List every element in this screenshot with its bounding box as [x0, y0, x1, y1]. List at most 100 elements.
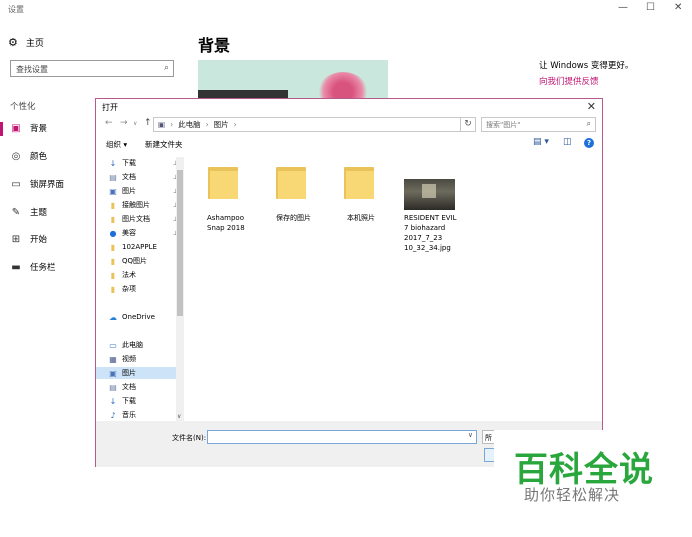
brush-icon: ✎: [11, 206, 21, 218]
close-button[interactable]: ✕: [674, 2, 682, 13]
start-icon: ⊞: [11, 233, 21, 245]
address-bar[interactable]: ▣ › 此电脑 › 图片 ›: [153, 117, 461, 132]
folder-icon[interactable]: [276, 163, 306, 199]
sidebar-item[interactable]: ▬ 任务栏: [10, 261, 56, 274]
tree-item-icon: ▤: [109, 382, 117, 392]
tree-item-label: 图片: [122, 369, 136, 377]
tree-item[interactable]: ▤文档⊥: [108, 171, 180, 183]
tree-item[interactable]: ▦ 视频: [108, 353, 180, 365]
breadcrumb-item[interactable]: 图片: [214, 119, 229, 130]
sidebar-item[interactable]: ▣ 背景: [10, 122, 47, 135]
separator-icon: ›: [205, 120, 209, 129]
sidebar-item-label: 开始: [30, 235, 48, 245]
sidebar-item[interactable]: ◎ 颜色: [10, 150, 48, 163]
file-label[interactable]: Ashampoo Snap 2018: [207, 213, 245, 233]
tree-item-label: 下载: [122, 159, 136, 167]
sidebar-item[interactable]: ▭ 锁屏界面: [10, 178, 65, 191]
file-label[interactable]: 本机照片: [347, 213, 375, 223]
scrollbar-thumb[interactable]: [177, 170, 183, 316]
dialog-title: 打开: [102, 103, 118, 112]
feedback-link[interactable]: 向我们提供反馈: [539, 75, 599, 87]
pictures-location-icon: ▣: [158, 120, 166, 129]
dialog-toolbar: 组织 ▾ 新建文件夹 ▤ ▾ ◫ ?: [96, 137, 602, 151]
sidebar-item-label: 颜色: [30, 152, 48, 162]
watermark-subtitle: 助你轻松解决: [524, 486, 621, 504]
filename-input[interactable]: ∨: [207, 430, 477, 444]
sidebar-item-label: 任务栏: [30, 263, 56, 273]
dialog-search-input[interactable]: 搜索"图片" ⌕: [481, 117, 596, 132]
tree-item[interactable]: ▣图片⊥: [108, 185, 180, 197]
tree-item[interactable]: ↓下载⊥: [108, 157, 180, 169]
tree-item[interactable]: ▭ 此电脑: [108, 339, 180, 351]
tree-item-label: 图片文档: [122, 215, 150, 223]
tree-item[interactable]: ▮图片文档⊥: [108, 213, 180, 225]
scroll-down-icon[interactable]: ∨: [177, 413, 181, 420]
image-thumbnail[interactable]: [404, 179, 455, 210]
sidebar-item[interactable]: ⊞ 开始: [10, 233, 48, 246]
tree-item[interactable]: ♪ 音乐: [108, 409, 180, 421]
open-dialog: 打开 ✕ ← → ∨ ↑ ▣ › 此电脑 › 图片 › ↻ 搜索"图片" ⌕ 组…: [95, 98, 603, 467]
forward-icon[interactable]: →: [120, 118, 128, 128]
sidebar-home-label: 主页: [25, 39, 44, 49]
tree-item[interactable]: ▮ QQ图片: [108, 255, 180, 267]
tree-item[interactable]: ▮接触图片⊥: [108, 199, 180, 211]
watermark: 百科全说 助你轻松解决: [494, 430, 692, 537]
tree-item[interactable]: ↓ 下载: [108, 395, 180, 407]
feedback-heading: 让 Windows 变得更好。: [539, 61, 634, 71]
maximize-button[interactable]: ☐: [646, 2, 655, 13]
tree-item[interactable]: ▮ 杂项: [108, 283, 180, 295]
tree-item-icon: ♪: [110, 410, 116, 420]
preview-pane-icon[interactable]: ◫: [563, 137, 572, 147]
search-icon: ⌕: [586, 119, 591, 128]
search-input[interactable]: 查找设置 ⌕: [10, 60, 174, 77]
view-options-icon[interactable]: ▤ ▾: [533, 137, 549, 147]
sidebar-item-label: 锁屏界面: [30, 180, 65, 190]
new-folder-button[interactable]: 新建文件夹: [145, 139, 183, 150]
navigation-tree: ↓下载⊥▤文档⊥▣图片⊥▮接触图片⊥▮图片文档⊥●美容⊥▮102APPLE▮QQ…: [96, 153, 184, 421]
sidebar-item[interactable]: ✎ 主题: [10, 206, 47, 219]
window-title: 设置: [8, 5, 24, 14]
tree-item[interactable]: ▮ 法术: [108, 269, 180, 281]
tree-item-icon: ▣: [109, 186, 117, 196]
tree-item[interactable]: ☁ OneDrive: [108, 311, 180, 323]
tree-item-icon: ↓: [109, 158, 117, 168]
taskbar-icon: ▬: [11, 261, 21, 273]
tree-item-label: 音乐: [122, 411, 136, 419]
tree-item[interactable]: ●美容⊥: [108, 227, 180, 239]
dialog-close-button[interactable]: ✕: [587, 100, 596, 113]
tree-item-icon: ▦: [109, 354, 117, 364]
tree-item-icon: ▭: [109, 340, 117, 350]
file-label[interactable]: RESIDENT EVIL 7 biohazard 2017_7_23 10_3…: [404, 213, 457, 253]
page-title: 背景: [198, 36, 231, 55]
category-heading: 个性化: [10, 102, 36, 112]
file-label[interactable]: 保存的图片: [276, 213, 311, 223]
chevron-down-icon[interactable]: ∨: [468, 431, 473, 439]
recent-dropdown-icon[interactable]: ∨: [133, 120, 137, 127]
organize-button[interactable]: 组织 ▾: [106, 139, 127, 150]
address-row: ← → ∨ ↑ ▣ › 此电脑 › 图片 › ↻ 搜索"图片" ⌕: [96, 116, 602, 134]
tree-item-label: 此电脑: [122, 341, 143, 349]
tree-item-icon: ▮: [110, 256, 116, 266]
up-icon[interactable]: ↑: [144, 118, 152, 128]
filename-label: 文件名(N):: [172, 434, 207, 442]
tree-item-label: 视频: [122, 355, 136, 363]
selection-indicator: [0, 122, 3, 136]
refresh-icon[interactable]: ↻: [461, 117, 476, 132]
help-icon[interactable]: ?: [584, 138, 594, 148]
tree-item[interactable]: ▤ 文档: [108, 381, 180, 393]
tree-item[interactable]: ▣ 图片: [96, 367, 176, 379]
tree-item[interactable]: ▮ 102APPLE: [108, 241, 180, 253]
tree-item-label: 文档: [122, 383, 136, 391]
tree-item-label: 图片: [122, 187, 136, 195]
folder-icon[interactable]: [208, 163, 238, 199]
sidebar-home[interactable]: ⚙ 主页: [8, 36, 44, 49]
search-placeholder: 查找设置: [16, 65, 48, 74]
back-icon[interactable]: ←: [105, 118, 113, 128]
breadcrumb-item[interactable]: 此电脑: [178, 119, 201, 130]
palette-icon: ◎: [11, 150, 21, 162]
tree-item-label: 杂项: [122, 285, 136, 293]
folder-icon[interactable]: [344, 163, 374, 199]
minimize-button[interactable]: —: [618, 2, 628, 13]
tree-item-label: 文档: [122, 173, 136, 181]
tree-item-label: OneDrive: [122, 313, 155, 321]
